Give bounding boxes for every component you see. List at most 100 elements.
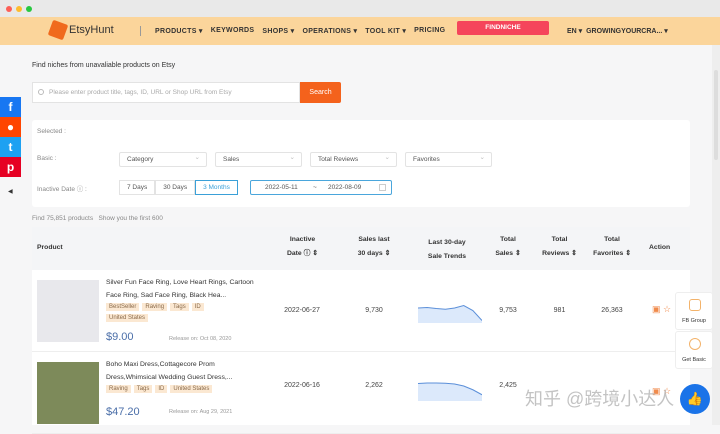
fb-group-label: FB Group bbox=[682, 318, 706, 324]
product-count: Find 75,851 products bbox=[32, 215, 93, 222]
release-date: Release on: Aug 29, 2021 bbox=[169, 409, 232, 415]
close-window-button[interactable] bbox=[6, 6, 12, 12]
facebook-share-icon[interactable]: f bbox=[0, 97, 21, 117]
selected-label: Selected : bbox=[37, 128, 66, 135]
date-range-picker[interactable]: 2022-05-11 ~ 2022-08-09 bbox=[250, 180, 392, 195]
search-placeholder: Please enter product title, tags, ID, UR… bbox=[49, 89, 232, 96]
language-select[interactable]: EN ▾ bbox=[567, 28, 582, 35]
table-row[interactable]: Silver Fun Face Ring, Love Heart Rings, … bbox=[32, 270, 690, 352]
nav-item[interactable]: KEYWORDS bbox=[211, 27, 255, 35]
page-tagline: Find niches from unavaliable products on… bbox=[32, 62, 175, 69]
total-favorites: 26,363 bbox=[587, 307, 637, 314]
group-icon bbox=[689, 299, 701, 311]
range-30-days[interactable]: 30 Days bbox=[155, 180, 195, 195]
help-chat-button[interactable]: 👍 bbox=[680, 384, 710, 414]
total-sales: 9,753 bbox=[490, 307, 526, 314]
watermark: 知乎 @跨境小达人 bbox=[525, 385, 674, 411]
product-title[interactable]: Silver Fun Face Ring, Love Heart Rings, … bbox=[106, 276, 266, 302]
date-from: 2022-05-11 bbox=[265, 181, 298, 194]
col-label: Reviews ⇕ bbox=[537, 247, 582, 261]
twitter-share-icon[interactable]: t bbox=[0, 137, 21, 157]
tag-badge: ID bbox=[192, 303, 204, 311]
col-label: Favorites ⇕ bbox=[587, 247, 637, 261]
logo[interactable]: EtsyHunt bbox=[50, 22, 114, 38]
col-product: Product bbox=[37, 241, 63, 255]
nav-item[interactable]: OPERATIONS ▾ bbox=[302, 27, 357, 35]
col-label: Total bbox=[490, 233, 526, 247]
col-label: Last 30-day bbox=[417, 236, 477, 250]
range-7-days[interactable]: 7 Days bbox=[119, 180, 155, 195]
account-menu: EN ▾ GROWINGYOURCRA... ▾ bbox=[567, 27, 668, 35]
analyze-icon[interactable]: ▣ bbox=[652, 304, 661, 314]
reddit-share-icon[interactable]: ● bbox=[0, 117, 21, 137]
tag-badge: Raving bbox=[142, 303, 167, 311]
col-total-reviews[interactable]: TotalReviews ⇕ bbox=[537, 233, 582, 261]
category-select[interactable]: Category bbox=[119, 152, 207, 167]
col-label: Date ⓘ ⇕ bbox=[280, 247, 325, 261]
basic-label: Basic : bbox=[37, 155, 57, 162]
nav-item[interactable]: PRICING bbox=[414, 27, 445, 35]
scrollbar[interactable] bbox=[712, 45, 720, 425]
col-total-sales[interactable]: TotalSales ⇕ bbox=[490, 233, 526, 261]
col-action: Action bbox=[649, 241, 670, 255]
sales-30-days: 2,262 bbox=[354, 382, 394, 389]
filter-panel: Selected : Basic : Category Sales Total … bbox=[32, 120, 690, 207]
product-price: $47.20 bbox=[106, 406, 140, 418]
col-sales-30[interactable]: Sales last30 days ⇕ bbox=[350, 233, 398, 261]
top-nav: EtsyHunt PRODUCTS ▾ KEYWORDS SHOPS ▾ OPERAT… bbox=[0, 17, 720, 45]
tag-list: BestSellerRavingTagsIDUnited States bbox=[106, 303, 226, 322]
favorites-select[interactable]: Favorites bbox=[405, 152, 492, 167]
col-label: 30 days ⇕ bbox=[350, 247, 398, 261]
account-dropdown[interactable]: GROWINGYOURCRA... ▾ bbox=[586, 28, 668, 35]
favorite-star-icon[interactable]: ☆ bbox=[663, 304, 671, 314]
tag-list: RavingTagsIDUnited States bbox=[106, 385, 226, 393]
nav-item[interactable]: SHOPS ▾ bbox=[262, 27, 294, 35]
tag-badge: United States bbox=[106, 314, 148, 322]
total-sales: 2,425 bbox=[490, 382, 526, 389]
col-label: Inactive bbox=[280, 233, 325, 247]
col-inactive-date[interactable]: InactiveDate ⓘ ⇕ bbox=[280, 233, 325, 261]
minimize-window-button[interactable] bbox=[16, 6, 22, 12]
search-icon bbox=[38, 89, 44, 95]
sales-trend-sparkline bbox=[418, 298, 482, 323]
col-label: Sales ⇕ bbox=[490, 247, 526, 261]
product-image[interactable] bbox=[37, 362, 99, 424]
total-reviews-select[interactable]: Total Reviews bbox=[310, 152, 397, 167]
main-nav: PRODUCTS ▾ KEYWORDS SHOPS ▾ OPERATIONS ▾ TOO… bbox=[155, 27, 445, 35]
col-label: Sales last bbox=[350, 233, 398, 247]
product-image[interactable] bbox=[37, 280, 99, 342]
thumbs-up-icon: 👍 bbox=[687, 391, 703, 406]
date-separator: ~ bbox=[313, 181, 317, 194]
total-reviews: 981 bbox=[537, 307, 582, 314]
date-range-toggle: 7 Days 30 Days 3 Months bbox=[119, 180, 238, 195]
trend-area bbox=[418, 383, 482, 401]
tag-badge: Tags bbox=[170, 303, 189, 311]
sales-select[interactable]: Sales bbox=[215, 152, 302, 167]
col-label: Total bbox=[587, 233, 637, 247]
fb-group-button[interactable]: FB Group bbox=[675, 292, 713, 330]
table-header: Product InactiveDate ⓘ ⇕ Sales last30 da… bbox=[32, 227, 690, 270]
sales-trend-sparkline bbox=[418, 376, 482, 401]
product-title[interactable]: Boho Maxi Dress,Cottagecore Prom Dress,W… bbox=[106, 358, 266, 384]
collapse-social-icon[interactable]: ◀ bbox=[8, 188, 13, 195]
inactive-date: 2022-06-16 bbox=[282, 382, 322, 389]
divider bbox=[140, 26, 141, 36]
inactive-date: 2022-06-27 bbox=[282, 307, 322, 314]
findniche-button[interactable]: FINDNICHE bbox=[457, 21, 549, 35]
nav-item[interactable]: TOOL KIT ▾ bbox=[365, 27, 406, 35]
product-price: $9.00 bbox=[106, 331, 134, 343]
maximize-window-button[interactable] bbox=[26, 6, 32, 12]
logo-text: EtsyHunt bbox=[69, 24, 114, 36]
tag-badge: Tags bbox=[134, 385, 153, 393]
col-total-favorites[interactable]: TotalFavorites ⇕ bbox=[587, 233, 637, 261]
search-button[interactable]: Search bbox=[300, 82, 341, 103]
pinterest-share-icon[interactable]: p bbox=[0, 157, 21, 177]
col-label: Total bbox=[537, 233, 582, 247]
col-label: Sale Trends bbox=[417, 250, 477, 264]
range-3-months[interactable]: 3 Months bbox=[195, 180, 238, 195]
get-basic-button[interactable]: Get Basic bbox=[675, 331, 713, 369]
release-date: Release on: Oct 08, 2020 bbox=[169, 336, 231, 342]
tag-badge: ID bbox=[155, 385, 167, 393]
nav-item[interactable]: PRODUCTS ▾ bbox=[155, 27, 203, 35]
search-input[interactable]: Please enter product title, tags, ID, UR… bbox=[32, 82, 300, 103]
